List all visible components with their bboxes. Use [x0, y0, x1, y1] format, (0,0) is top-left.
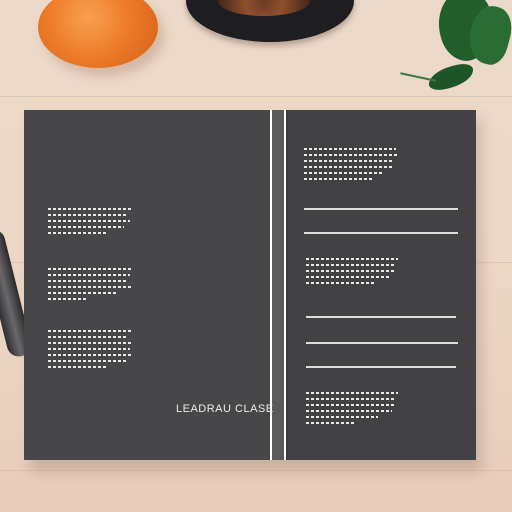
placeholder-text-block [306, 392, 398, 428]
placeholder-text-block [48, 330, 132, 372]
brochure-brand-label: LEADRAU CLASE [176, 403, 274, 415]
divider-line [304, 208, 458, 210]
orange-fruit [38, 0, 158, 68]
placeholder-text-block [304, 148, 398, 184]
divider-line [306, 342, 458, 344]
divider-line [304, 232, 458, 234]
placeholder-text-block [306, 258, 398, 288]
spinach-leaf [426, 62, 476, 92]
tabletop-scene: LEADRAU CLASE [0, 0, 512, 512]
placeholder-text-block [48, 268, 132, 304]
placeholder-text-block [48, 208, 132, 238]
divider-line [306, 366, 456, 368]
divider-line [306, 316, 456, 318]
wood-grain-line [0, 96, 512, 97]
